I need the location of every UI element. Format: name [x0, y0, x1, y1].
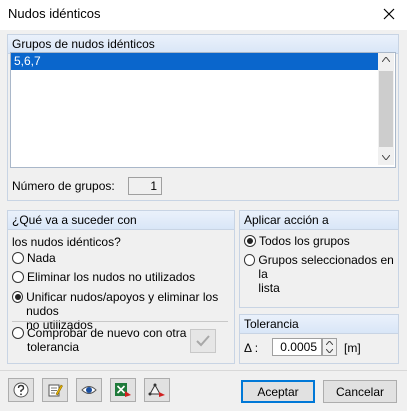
- radio-all-groups[interactable]: [244, 235, 256, 247]
- group-count-label: Número de grupos:: [12, 179, 115, 193]
- option-check-label: Comprobar de nuevo con otra: [27, 326, 187, 340]
- cancel-button-label: Cancelar: [335, 384, 385, 399]
- edit-button[interactable]: [42, 378, 68, 402]
- action-header: ¿Qué va a suceder con: [8, 211, 234, 230]
- option-selected-groups-label: Grupos seleccionados en la: [258, 253, 394, 281]
- close-button[interactable]: [377, 3, 401, 25]
- scroll-thumb[interactable]: [379, 71, 393, 147]
- group-count-value: 1: [128, 177, 162, 195]
- option-check[interactable]: Comprobar de nuevo con otra tolerancia: [12, 326, 186, 354]
- tolerance-spinner[interactable]: [322, 338, 337, 356]
- help-icon: [13, 382, 29, 398]
- window-title: Nudos idénticos: [8, 6, 101, 21]
- apply-panel: Aplicar acción a Todos los grupos Grupos…: [239, 210, 399, 308]
- scroll-down-icon[interactable]: [382, 155, 390, 160]
- option-check-label-2: tolerancia: [27, 340, 80, 354]
- radio-check[interactable]: [12, 327, 24, 339]
- vertical-scrollbar[interactable]: [378, 53, 394, 165]
- option-delete[interactable]: Eliminar los nudos no utilizados: [12, 270, 195, 284]
- action-panel: ¿Qué va a suceder con los nudos idéntico…: [7, 210, 235, 364]
- help-button[interactable]: [8, 378, 34, 402]
- edit-icon: [48, 384, 63, 397]
- option-selected-groups-label-2: lista: [258, 281, 280, 295]
- spin-up-icon[interactable]: [326, 341, 333, 345]
- scroll-up-icon[interactable]: [382, 57, 390, 62]
- option-none[interactable]: Nada: [12, 251, 56, 265]
- spin-down-icon[interactable]: [326, 349, 333, 353]
- view-button[interactable]: [76, 378, 102, 402]
- checkmark-icon: [196, 335, 210, 347]
- list-item[interactable]: 5,6,7: [11, 53, 378, 70]
- option-none-label: Nada: [27, 251, 56, 265]
- radio-delete[interactable]: [12, 271, 24, 283]
- option-all-groups-label: Todos los grupos: [259, 234, 350, 248]
- divider: [12, 321, 228, 322]
- groups-list[interactable]: 5,6,7: [10, 52, 396, 168]
- accept-button[interactable]: Aceptar: [241, 380, 315, 403]
- option-selected-groups[interactable]: Grupos seleccionados en la lista: [244, 253, 398, 295]
- view-icon: [81, 386, 97, 394]
- radio-none[interactable]: [12, 252, 24, 264]
- footer-divider: [0, 370, 407, 371]
- option-delete-label: Eliminar los nudos no utilizados: [27, 270, 196, 284]
- tolerance-panel: Tolerancia Δ : 0.0005 [m]: [239, 314, 399, 364]
- recheck-button[interactable]: [190, 329, 216, 353]
- action-subtitle: los nudos idénticos?: [12, 235, 121, 249]
- tolerance-unit: [m]: [344, 341, 361, 355]
- groups-panel: Grupos de nudos idénticos 5,6,7 Número d…: [7, 34, 399, 201]
- close-icon: [383, 8, 395, 20]
- tolerance-input[interactable]: 0.0005: [272, 338, 322, 356]
- tolerance-symbol: Δ :: [244, 341, 259, 355]
- radio-selected-groups[interactable]: [244, 254, 256, 266]
- nodes-icon: [148, 383, 165, 397]
- excel-export-icon: [115, 383, 131, 397]
- cancel-button[interactable]: Cancelar: [323, 380, 397, 403]
- nodes-button[interactable]: [144, 378, 170, 402]
- apply-header: Aplicar acción a: [240, 211, 398, 230]
- option-all-groups[interactable]: Todos los grupos: [244, 234, 350, 248]
- accept-button-label: Aceptar: [257, 384, 299, 399]
- export-button[interactable]: [110, 378, 136, 402]
- radio-unify[interactable]: [12, 291, 24, 303]
- option-unify-label: Unificar nudos/apoyos y eliminar los nud…: [26, 290, 219, 318]
- tolerance-header: Tolerancia: [240, 315, 398, 334]
